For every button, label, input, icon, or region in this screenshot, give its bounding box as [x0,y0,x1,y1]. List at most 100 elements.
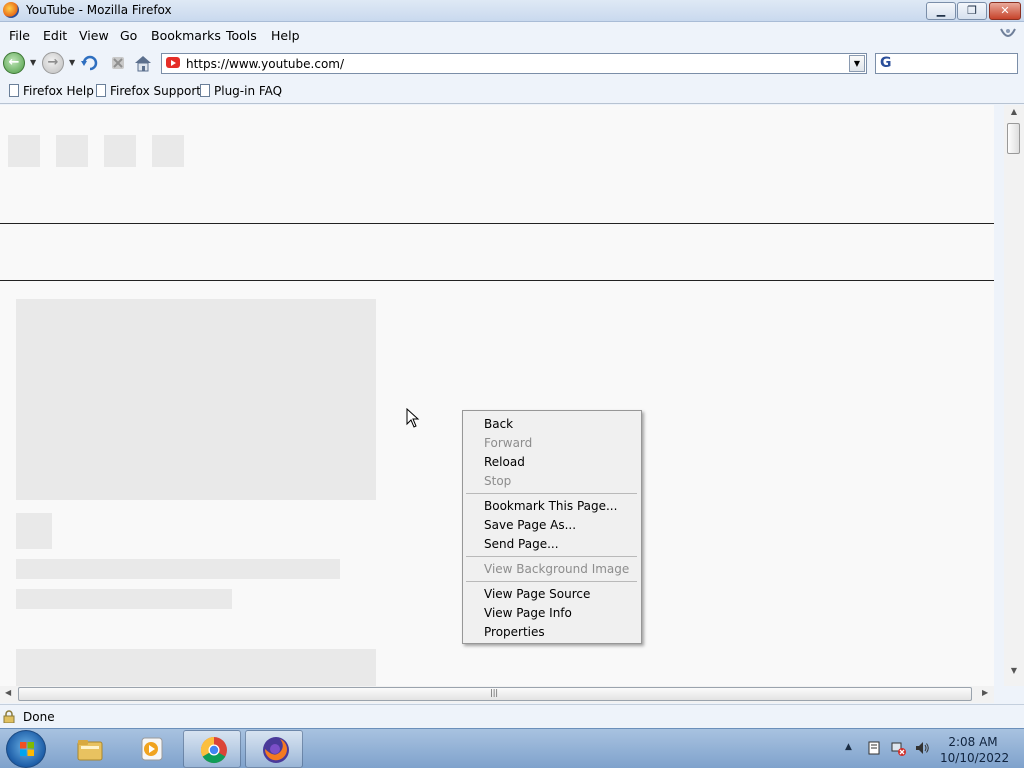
clock-time: 2:08 AM [948,735,998,749]
horizontal-scrollbar[interactable]: ◀ ||| ▶ [0,686,994,703]
skeleton-title-placeholder [16,559,340,579]
back-history-dropdown[interactable]: ▼ [30,58,36,67]
ctx-reload[interactable]: Reload [484,455,525,469]
close-icon: ✕ [1000,4,1010,17]
back-button[interactable]: ← [3,52,25,74]
scroll-down-icon[interactable]: ▼ [1004,666,1024,682]
skeleton-icon-placeholder [104,135,136,167]
taskbar-media-player[interactable] [121,730,179,768]
ctx-back[interactable]: Back [484,417,513,431]
ctx-view-background-image: View Background Image [484,562,630,576]
bookmark-label: Plug-in FAQ [214,84,283,98]
menu-bar: File Edit View Go Bookmarks Tools Help [0,23,1024,48]
menu-file[interactable]: File [9,28,30,43]
ctx-view-page-source[interactable]: View Page Source [484,587,590,601]
status-bar: Done [0,704,1024,728]
google-search-engine-icon[interactable]: G [880,56,896,72]
minimize-icon: ▁ [936,4,946,17]
youtube-favicon-icon [166,57,180,68]
show-hidden-icons-button[interactable]: ▲ [845,742,852,752]
bookmark-plugin-faq[interactable]: Plug-in FAQ [200,84,282,98]
status-text: Done [23,710,55,724]
skeleton-icon-placeholder [152,135,184,167]
ctx-save-page-as[interactable]: Save Page As... [484,518,576,532]
restore-icon: ❐ [967,4,977,17]
forward-history-dropdown[interactable]: ▼ [69,58,75,67]
home-icon[interactable] [133,53,153,73]
menu-separator [466,493,637,494]
minimize-button[interactable]: ▁ [926,2,956,20]
volume-icon[interactable] [914,740,930,756]
close-button[interactable]: ✕ [989,2,1021,20]
ctx-view-page-info[interactable]: View Page Info [484,606,572,620]
firefox-icon [263,737,289,763]
menu-separator [466,556,637,557]
action-center-icon[interactable] [866,740,882,756]
title-bar: YouTube - Mozilla Firefox ▁ ❐ ✕ [0,0,1024,22]
ctx-forward: Forward [484,436,533,450]
media-player-icon [141,737,163,761]
file-explorer-icon [77,740,103,761]
windows-logo-icon [20,742,34,756]
scroll-grip-icon: ||| [490,688,499,697]
menu-view[interactable]: View [79,28,109,43]
skeleton-thumbnail-placeholder [16,299,376,500]
reload-icon[interactable] [80,53,100,73]
start-button[interactable] [6,730,46,768]
forward-button[interactable]: → [42,52,64,74]
taskbar-file-explorer[interactable] [60,730,118,768]
menu-go[interactable]: Go [120,28,137,43]
divider [0,280,994,281]
bookmark-label: Firefox Help [23,84,94,98]
bookmark-firefox-support[interactable]: Firefox Support [96,84,201,98]
mouse-cursor-icon [406,408,420,428]
ctx-stop: Stop [484,474,512,488]
skeleton-avatar-placeholder [16,513,52,549]
firefox-window: YouTube - Mozilla Firefox ▁ ❐ ✕ File Edi… [0,0,1024,728]
menu-tools[interactable]: Tools [226,28,257,43]
bookmark-page-icon [200,84,210,97]
skeleton-subtitle-placeholder [16,589,232,609]
skeleton-thumbnail-placeholder [16,649,376,686]
scroll-left-icon[interactable]: ◀ [5,688,11,697]
ctx-properties[interactable]: Properties [484,625,545,639]
menu-edit[interactable]: Edit [43,28,67,43]
url-bar[interactable]: https://www.youtube.com/ ▼ [161,53,867,74]
vertical-scroll-thumb[interactable] [1007,123,1020,154]
firefox-icon [3,2,19,18]
menu-bookmarks[interactable]: Bookmarks [151,28,221,43]
back-icon: ← [8,55,20,70]
ctx-bookmark-this-page[interactable]: Bookmark This Page... [484,499,617,513]
menu-help[interactable]: Help [271,28,300,43]
vertical-scrollbar[interactable]: ▲ ▼ [1004,105,1024,686]
bookmark-page-icon [9,84,19,97]
system-clock[interactable]: 2:08 AM 10/10/2022 [940,734,1010,766]
restore-button[interactable]: ❐ [957,2,987,20]
activity-throbber-icon [1000,28,1016,37]
url-history-dropdown[interactable]: ▼ [849,55,865,72]
search-input[interactable]: G [875,53,1018,74]
url-text[interactable]: https://www.youtube.com/ [186,57,344,71]
bookmarks-toolbar: Firefox Help Firefox Support Plug-in FAQ [0,79,1024,104]
forward-icon: → [47,55,59,70]
bookmark-firefox-help[interactable]: Firefox Help [9,84,94,98]
taskbar-firefox[interactable] [245,730,303,768]
taskbar-chrome[interactable] [183,730,241,768]
skeleton-icon-placeholder [8,135,40,167]
bookmark-page-icon [96,84,106,97]
window-title: YouTube - Mozilla Firefox [26,3,172,17]
menu-separator [466,581,637,582]
clock-date: 10/10/2022 [940,751,1010,765]
taskbar: ▲ 2:08 AM 10/10/2022 [0,728,1024,768]
scroll-up-icon[interactable]: ▲ [1004,107,1024,123]
lock-icon[interactable] [3,710,15,723]
context-menu: Back Forward Reload Stop Bookmark This P… [462,410,642,644]
skeleton-icon-placeholder [56,135,88,167]
bookmark-label: Firefox Support [110,84,201,98]
stop-icon[interactable] [108,53,128,73]
divider [0,223,994,224]
scroll-right-icon[interactable]: ▶ [982,688,988,697]
ctx-send-page[interactable]: Send Page... [484,537,559,551]
network-disconnected-icon[interactable] [890,740,906,756]
chrome-icon [200,736,227,764]
